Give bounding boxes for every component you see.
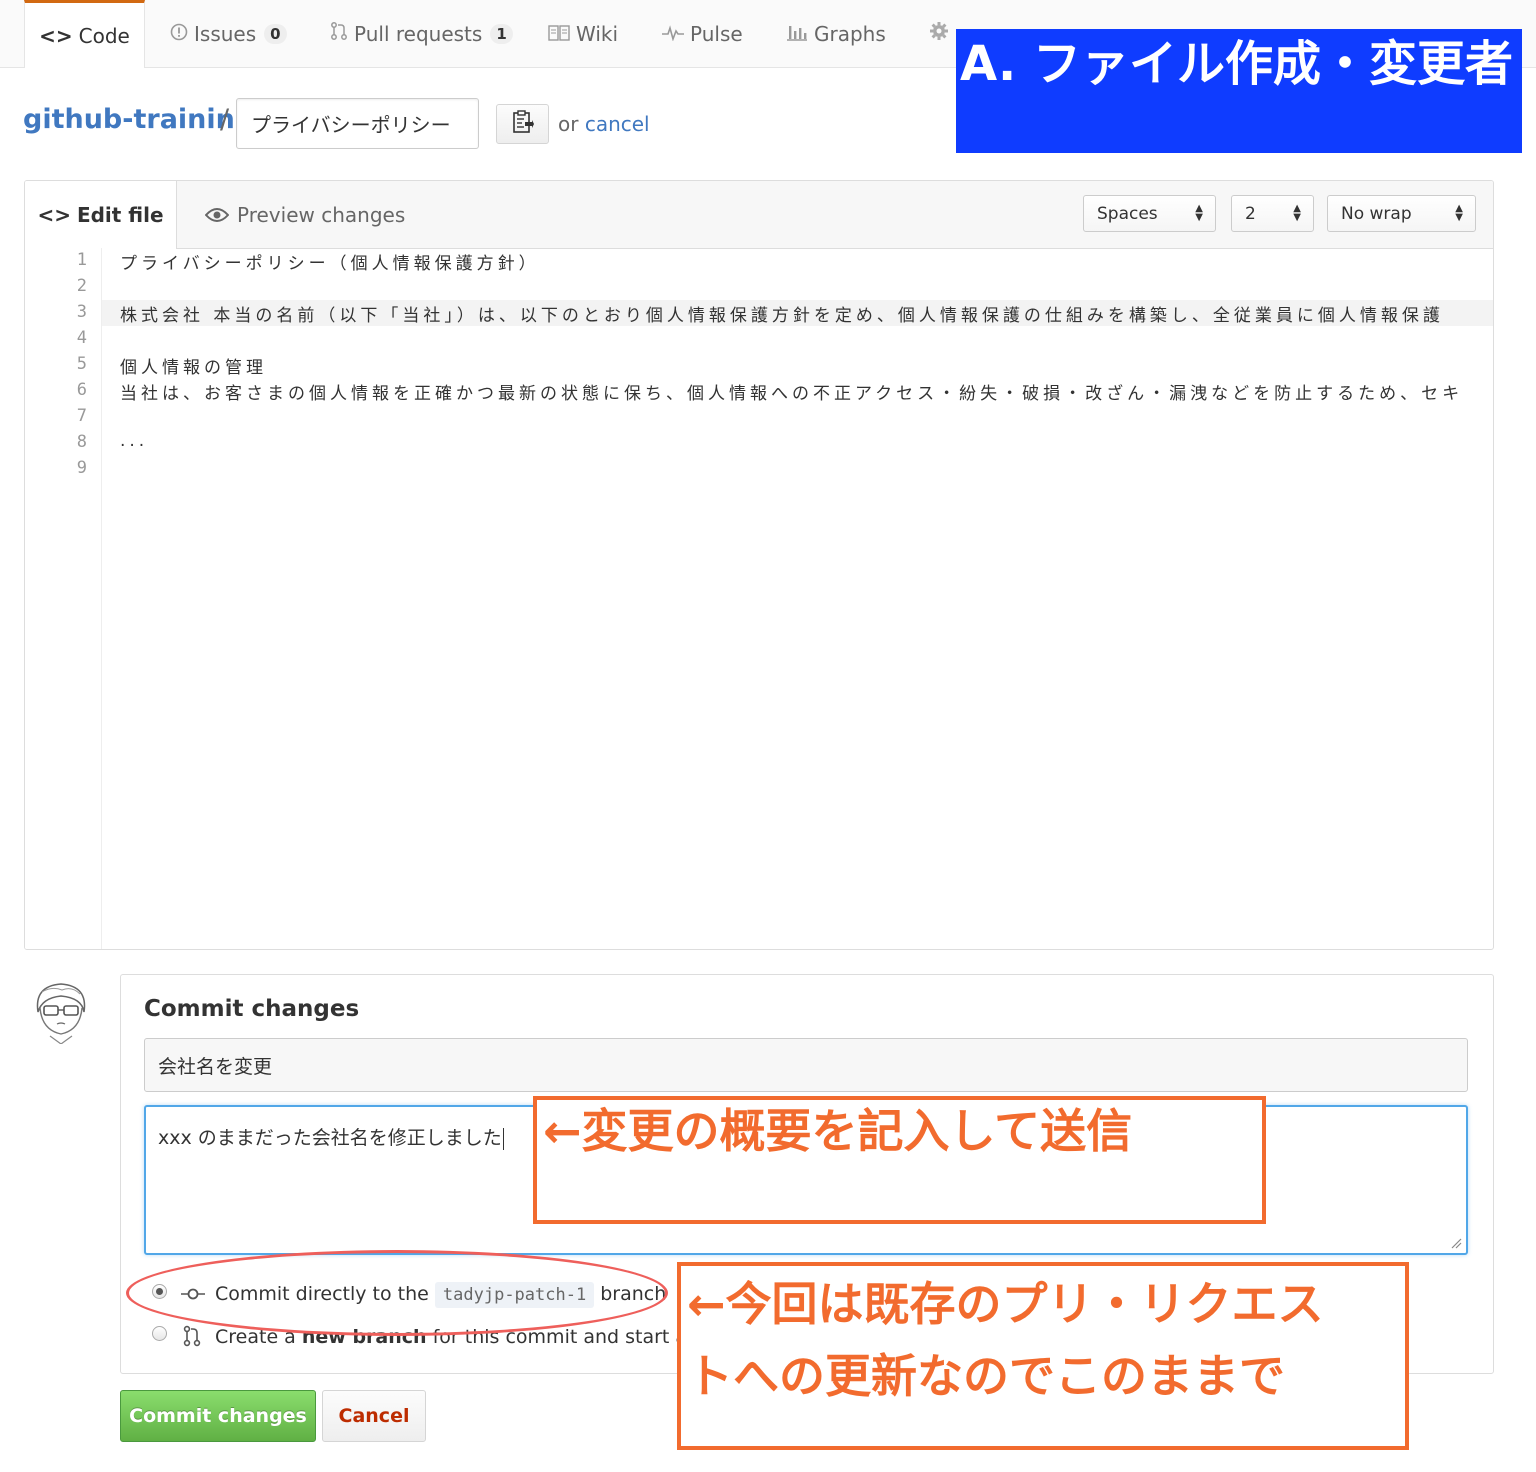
line-number: 7 [76,406,87,426]
tab-graphs[interactable]: Graphs [786,0,886,67]
file-editor: <> Edit file Preview changes Spaces ▲ ▼ 2… [24,180,1494,950]
gear-icon [928,20,950,47]
commit-changes-button[interactable]: Commit changes [120,1390,316,1442]
eye-icon [205,207,229,223]
or-cancel-text: or cancel [558,112,650,136]
code-line[interactable]: 当社は、お客さまの個人情報を正確かつ最新の状態に保ち、個人情報への不正アクセス・… [120,379,1463,404]
tab-pulse[interactable]: Pulse [662,0,743,67]
line-number: 5 [76,354,87,374]
resize-handle-icon[interactable] [1450,1237,1462,1249]
cancel-link[interactable]: cancel [585,112,650,136]
clipboard-icon [512,110,534,138]
line-number: 9 [76,458,87,478]
line-number: 2 [76,276,87,296]
code-line[interactable]: ... [120,431,148,451]
pull-request-icon [183,1325,201,1351]
pulse-icon [662,22,684,46]
annotation-send-note: ←変更の概要を記入して送信 [533,1096,1266,1224]
commit-summary-input[interactable]: 会社名を変更 [144,1038,1468,1092]
indent-size-select[interactable]: 2 ▲ ▼ [1231,195,1314,232]
role-banner: A. ファイル作成・変更者 [956,29,1522,153]
text-caret [502,1127,504,1150]
commit-form-title: Commit changes [144,996,360,1022]
cancel-button[interactable]: Cancel [322,1390,426,1442]
code-icon: <> [37,203,71,227]
tab-settings[interactable] [928,0,956,67]
avatar [28,978,94,1045]
pull-requests-count-badge: 1 [490,23,513,44]
breadcrumb-separator: / [220,104,230,135]
wrap-mode-select[interactable]: No wrap ▲ ▼ [1327,195,1476,232]
line-number: 1 [76,250,87,270]
code-line[interactable]: 株式会社 本当の名前（以下「当社」）は、以下のとおり個人情報保護方針を定め、個人… [120,301,1444,326]
code-line[interactable]: プライバシーポリシー（個人情報保護方針） [120,249,540,274]
line-number: 4 [76,328,87,348]
tab-wiki[interactable]: Wiki [548,0,618,67]
copy-path-button[interactable] [496,104,549,144]
tab-preview-changes[interactable]: Preview changes [205,181,405,248]
select-arrows-icon: ▲ ▼ [1455,203,1463,223]
editor-toolbar: <> Edit file Preview changes Spaces ▲ ▼ 2… [25,181,1493,249]
highlight-ellipse [126,1250,668,1336]
tab-edit-file[interactable]: <> Edit file [25,181,177,249]
filename-input[interactable]: プライバシーポリシー [236,98,479,149]
tab-pull-requests[interactable]: Pull requests 1 [330,0,513,67]
graph-icon [786,22,808,46]
book-icon [548,22,570,46]
pull-request-icon [330,21,348,46]
tab-code[interactable]: <> Code [24,0,145,68]
select-arrows-icon: ▲ ▼ [1293,203,1301,223]
indent-mode-select[interactable]: Spaces ▲ ▼ [1083,195,1216,232]
issues-count-badge: 0 [264,23,287,44]
code-icon: <> [39,23,73,48]
code-line[interactable]: 個人情報の管理 [120,353,267,378]
new-branch-radio[interactable] [152,1326,167,1341]
line-number: 8 [76,432,87,452]
line-number: 6 [76,380,87,400]
annotation-keep-note: ←今回は既存のプリ・リクエス トへの更新なのでこのままで [677,1262,1409,1450]
issue-icon [170,22,188,46]
tab-issues[interactable]: Issues 0 [170,0,287,67]
select-arrows-icon: ▲ ▼ [1195,203,1203,223]
line-number: 3 [76,302,87,322]
